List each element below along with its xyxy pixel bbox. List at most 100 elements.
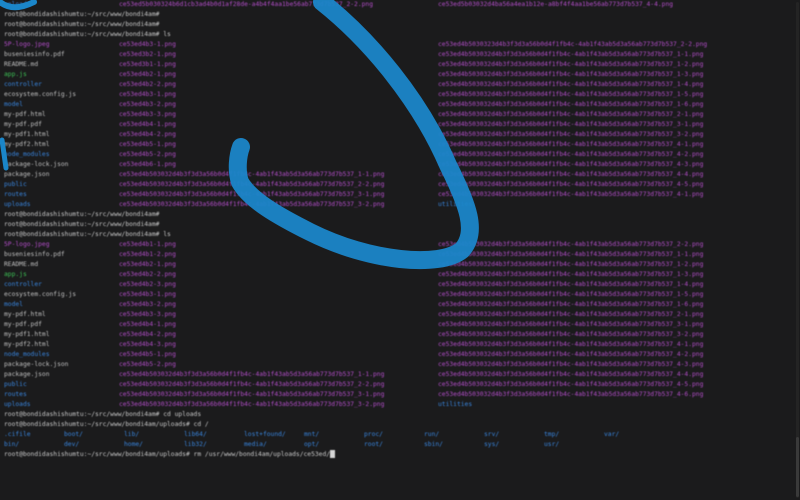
terminal-window[interactable]: uploads ce53ed5b030324b6d1cb3ad4b0d1af28d… bbox=[0, 0, 800, 500]
listing-row: model ce53ed4b3-2.png ce53ed4b503032d4b3f3… bbox=[4, 100, 796, 110]
directory-entry: opt/ bbox=[304, 441, 320, 448]
listing-entry: buseniesinfo.pdf bbox=[4, 251, 65, 258]
listing-entry: ce53ed4b503032d4b3f3d3a56b0d4f1fb4c-4ab1… bbox=[119, 371, 385, 378]
terminal-scrollbar[interactable] bbox=[796, 2, 799, 498]
listing-entry: ce53ed4b2-1.png bbox=[119, 261, 176, 268]
listing-entry: ce53ed4b5-1.png bbox=[119, 351, 176, 358]
prompt-text: root@bondidashishumtu:~/src/www/bondi4am… bbox=[4, 221, 160, 228]
listing-row: model ce53ed4b3-2.png ce53ed4b503032d4b3f3… bbox=[4, 300, 796, 310]
listing-entry: ce53ed5b030324b6d1cb3ad4b0d1af28de-a4b4f… bbox=[119, 1, 374, 8]
listing-entry: ce53ed4b503032d4b3f3d3a56b0d4f1fb4c-4ab1… bbox=[438, 151, 704, 158]
listing-entry: ce53ed4b503032d4b3f3d3a56b0d4f1fb4c-4ab1… bbox=[438, 161, 704, 168]
prompt-line: root@bondidashishumtu:~/src/www/bondi4am… bbox=[4, 10, 796, 20]
prompt-text: root@bondidashishumtu:~/src/www/bondi4am… bbox=[4, 411, 202, 418]
listing-row: bin/dev/home/lib32/media/opt/root/sbin/s… bbox=[4, 440, 796, 450]
listing-entry: ce53ed4b503032d4b3f3d3a56b0d4f1fb4c-4ab1… bbox=[438, 261, 704, 268]
listing-entry: ce53ed4b5-2.png bbox=[119, 151, 176, 158]
directory-entry: bin/ bbox=[4, 441, 20, 448]
listing-entry: ce53ed4b4-2.png bbox=[119, 331, 176, 338]
listing-entry: ce53ed4b503032d4b3f3d3a56b0d4f1fb4c-4ab1… bbox=[438, 281, 704, 288]
prompt-text: root@bondidashishumtu:~/src/www/bondi4am… bbox=[4, 31, 171, 38]
listing-entry: controller bbox=[4, 281, 42, 288]
listing-entry: my-pdf.html bbox=[4, 311, 46, 318]
listing-entry: public bbox=[4, 181, 27, 188]
listing-entry: ce53ed4b503032d4b3f3d3a56b0d4f1fb4c-4ab1… bbox=[438, 61, 704, 68]
listing-entry: ce53ed4b5-2.png bbox=[119, 361, 176, 368]
listing-row: my-pdf.html ce53ed4b3-3.png ce53ed4b503032… bbox=[4, 310, 796, 320]
listing-row: node_modules ce53ed4b5-2.png ce53ed4b50303… bbox=[4, 150, 796, 160]
text-cursor bbox=[330, 450, 336, 458]
listing-entry: ce53ed4b503032d4b3f3d3a56b0d4f1fb4c-4ab1… bbox=[438, 271, 704, 278]
directory-entry: srv/ bbox=[484, 431, 500, 438]
listing-row: README.md ce53ed4b2-1.png ce53ed4b503032d4… bbox=[4, 260, 796, 270]
listing-row: uploads ce53ed5b030324b6d1cb3ad4b0d1af28d… bbox=[4, 0, 796, 10]
listing-entry: ce53ed5b03032d4ba56a4ea1b12e-a8bf4f4aa1b… bbox=[438, 1, 674, 8]
directory-entry: boot/ bbox=[64, 431, 83, 438]
prompt-text: root@bondidashishumtu:~/src/www/bondi4am… bbox=[4, 421, 209, 428]
listing-entry: ce53ed4b503032d4b3f3d3a56b0d4f1fb4c-4ab1… bbox=[438, 311, 704, 318]
prompt-line: root@bondidashishumtu:~/src/www/bondi4am… bbox=[4, 220, 796, 230]
listing-entry: package-lock.json bbox=[4, 161, 69, 168]
listing-entry: uploads bbox=[4, 401, 31, 408]
listing-entry: ce53ed4b2-3.png bbox=[119, 281, 176, 288]
listing-entry: controller bbox=[4, 81, 42, 88]
listing-row: package-lock.json ce53ed4b6-1.png ce53ed4b… bbox=[4, 160, 796, 170]
listing-row: my-pdf2.html ce53ed4b4-3.png ce53ed4b50303… bbox=[4, 340, 796, 350]
listing-entry: ce53ed4b4-1.png bbox=[119, 321, 176, 328]
listing-entry: ce53ed4b503032d4b3f3d3a56b0d4f1fb4c-4ab1… bbox=[119, 391, 385, 398]
listing-entry: 5P-logo.jpeg bbox=[4, 241, 50, 248]
listing-entry: ce53ed4b3-2.png bbox=[119, 301, 176, 308]
listing-entry: 5P-logo.jpeg bbox=[4, 41, 50, 48]
listing-entry: my-pdf.pdf bbox=[4, 121, 42, 128]
listing-entry: utilities bbox=[438, 401, 473, 408]
listing-entry: ce53ed4b3-1.png bbox=[119, 41, 176, 48]
listing-entry: ce53ed4b503032d4b3f3d3a56b0d4f1fb4c-4ab1… bbox=[119, 201, 385, 208]
listing-row: my-pdf.pdf ce53ed4b4-1.png ce53ed4b503032d… bbox=[4, 120, 796, 130]
listing-entry: app.js bbox=[4, 271, 27, 278]
directory-entry: home/ bbox=[124, 441, 143, 448]
listing-entry: node_modules bbox=[4, 151, 50, 158]
listing-entry: ce53ed4b503032d4b3f3d3a56b0d4f1fb4c-4ab1… bbox=[119, 171, 385, 178]
listing-entry: ce53ed4b5-1.png bbox=[119, 141, 176, 148]
listing-row: node_modules ce53ed4b5-1.png ce53ed4b50303… bbox=[4, 350, 796, 360]
directory-entry: run/ bbox=[424, 431, 440, 438]
listing-entry: ce53ed4b503032d4b3f3d3a56b0d4f1fb4c-4ab1… bbox=[438, 331, 704, 338]
directory-entry: sys/ bbox=[484, 441, 500, 448]
listing-row: .cifile boot/lib/lib64/lost+found/mnt/pro… bbox=[4, 430, 796, 440]
listing-row: uploads ce53ed4b503032d4b3f3d3a56b0d4f1fb… bbox=[4, 400, 796, 410]
directory-entry: dev/ bbox=[64, 441, 80, 448]
directory-entry: lib/ bbox=[124, 431, 140, 438]
prompt-text: root@bondidashishumtu:~/src/www/bondi4am… bbox=[4, 231, 171, 238]
listing-entry: ce53ed4b1-1.png bbox=[119, 241, 176, 248]
listing-entry: README.md bbox=[4, 61, 39, 68]
listing-entry: ce53ed4b4-3.png bbox=[119, 341, 176, 348]
listing-entry: ce53ed4b503032d4b3f3d3a56b0d4f1fb4c-4ab1… bbox=[119, 381, 385, 388]
listing-entry: buseniesinfo.pdf bbox=[4, 51, 65, 58]
listing-entry: ce53ed4b503032d4b3f3d3a56b0d4f1fb4c-4ab1… bbox=[438, 361, 704, 368]
listing-entry: ce53ed4b503032d4b3f3d3a56b0d4f1fb4c-4ab1… bbox=[438, 51, 704, 58]
listing-row: ecosystem.config.js ce53ed4b3-1.png ce53ed… bbox=[4, 290, 796, 300]
listing-row: routes ce53ed4b503032d4b3f3d3a56b0d4f1fb4… bbox=[4, 190, 796, 200]
listing-entry: ce53ed4b503032d4b3f3d3a56b0d4f1fb4c-4ab1… bbox=[438, 141, 704, 148]
listing-row: my-pdf1.html ce53ed4b4-2.png ce53ed4b50303… bbox=[4, 130, 796, 140]
listing-entry: app.js bbox=[4, 71, 27, 78]
listing-row: 5P-logo.jpeg ce53ed4b1-1.png ce53ed4b50303… bbox=[4, 240, 796, 250]
listing-entry: my-pdf1.html bbox=[4, 331, 50, 338]
listing-entry: ce53ed4b503032d4b3f3d3a56b0d4f1fb4c-4ab1… bbox=[438, 91, 704, 98]
listing-row: controller ce53ed4b2-3.png ce53ed4b503032d… bbox=[4, 280, 796, 290]
listing-entry: ce53ed4b5030323d4b3f3d3a56b0d4f1fb4c-4ab… bbox=[438, 41, 708, 48]
listing-row: buseniesinfo.pdf ce53ed3b2-1.png ce53ed4b5… bbox=[4, 50, 796, 60]
listing-row: app.js ce53ed4b2-1.png ce53ed4b503032d4b3f… bbox=[4, 70, 796, 80]
scrollbar-thumb[interactable] bbox=[796, 437, 799, 497]
listing-entry: ce53ed4b2-2.png bbox=[119, 81, 176, 88]
prompt-line: root@bondidashishumtu:~/src/www/bondi4am… bbox=[4, 410, 796, 420]
prompt-line: root@bondidashishumtu:~/src/www/bondi4am… bbox=[4, 20, 796, 30]
listing-row: ecosystem.config.js ce53ed4b3-1.png ce53ed… bbox=[4, 90, 796, 100]
listing-entry: ce53ed4b503032d4b3f3d3a56b0d4f1fb4c-4ab1… bbox=[438, 371, 704, 378]
listing-entry: utilities bbox=[438, 201, 473, 208]
listing-row: my-pdf.html ce53ed4b3-3.png ce53ed4b503032… bbox=[4, 110, 796, 120]
listing-entry: model bbox=[4, 101, 23, 108]
listing-entry: package-lock.json bbox=[4, 361, 69, 368]
directory-entry: tmp/ bbox=[544, 431, 560, 438]
listing-entry: ce53ed4b4-1.png bbox=[119, 121, 176, 128]
